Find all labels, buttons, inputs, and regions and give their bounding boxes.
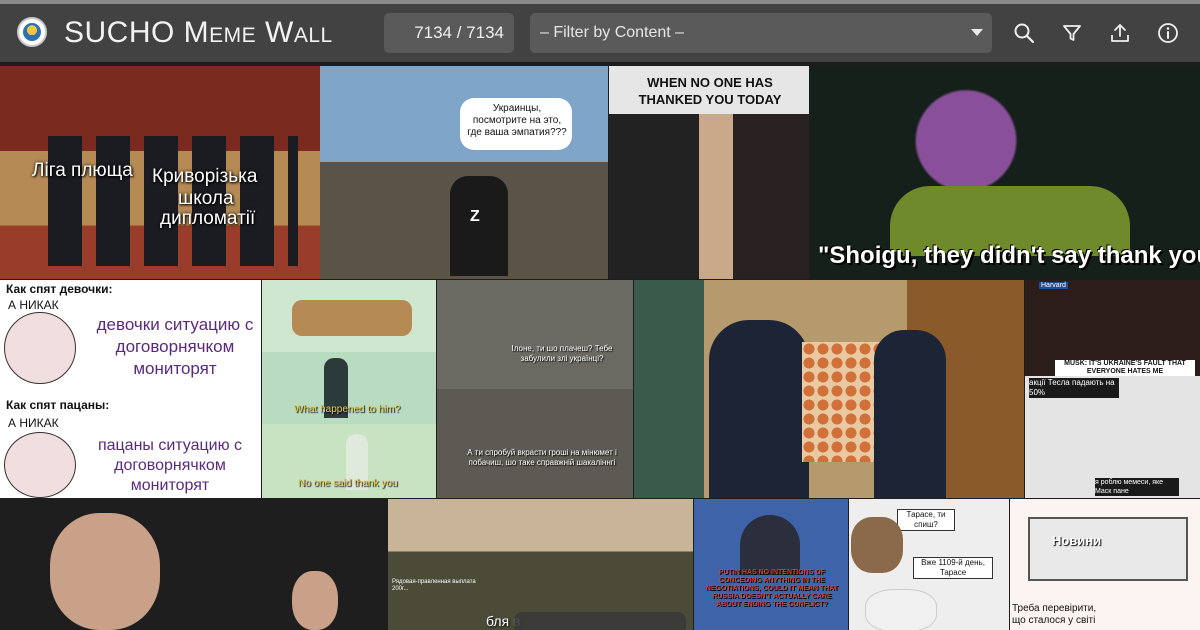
result-counter: 7134 / 7134 bbox=[384, 13, 514, 53]
meme-caption: Криворізька bbox=[152, 166, 258, 187]
meme-caption: Украинцы, посмотрите на это, где ваша эм… bbox=[467, 103, 567, 138]
meme-caption: акції Тесла падають на 50% bbox=[1029, 378, 1119, 398]
meme-bubble: Тарасе, ти спиш? bbox=[897, 509, 955, 531]
meme-face bbox=[292, 571, 338, 630]
meme-caption: PUTIN HAS NO INTENTIONS OF CONCEDING ANY… bbox=[705, 569, 839, 608]
meme-caption: MUSK: IT'S UKRAINE'S FAULT THAT EVERYONE… bbox=[1055, 360, 1195, 376]
meme-caption: Треба перевірити, що сталося у світі bbox=[1012, 603, 1097, 626]
search-icon[interactable] bbox=[1010, 19, 1038, 47]
meme-tile[interactable]: Тарасе, ти спиш? Вже 1109-й день, Тарасе bbox=[849, 499, 1009, 630]
filter-placeholder: – Filter by Content – bbox=[540, 24, 685, 41]
meme-label: Новини bbox=[1052, 533, 1102, 548]
meme-figure bbox=[292, 300, 412, 336]
meme-tile[interactable]: "Shoigu, they didn't say thank you" bbox=[810, 66, 1200, 279]
meme-caption: No one said thank you bbox=[298, 478, 398, 489]
meme-caption: Как спят девочки: bbox=[6, 282, 113, 296]
meme-drawing bbox=[4, 312, 76, 384]
meme-caption: девочки ситуацию с договорнячком монитор… bbox=[96, 315, 254, 378]
meme-caption: А НИКАК bbox=[8, 298, 59, 312]
page-title: SUCHO Meme Wall bbox=[64, 16, 333, 49]
meme-tile[interactable]: Ліга плюща Криворізька школа дипломатії bbox=[0, 66, 320, 279]
meme-cat bbox=[865, 589, 937, 630]
meme-caption: дипломатії bbox=[160, 208, 256, 229]
logo-emblem bbox=[23, 23, 41, 41]
app-header: SUCHO Meme Wall 7134 / 7134 – Filter by … bbox=[0, 4, 1200, 62]
meme-caption: "Shoigu, they didn't say thank you" bbox=[818, 242, 1200, 269]
logo-seal[interactable] bbox=[17, 17, 47, 47]
upload-icon[interactable] bbox=[1106, 19, 1134, 47]
meme-grid: Ліга плюща Криворізька школа дипломатії … bbox=[0, 62, 1200, 630]
meme-caption: школа bbox=[178, 188, 234, 209]
meme-shirt-letter: Z bbox=[470, 208, 480, 225]
meme-person bbox=[874, 330, 946, 498]
meme-caption: Ілоне, ти шо плачеш? Тебе забулили злі у… bbox=[511, 344, 613, 363]
info-icon[interactable] bbox=[1154, 19, 1182, 47]
meme-drawing bbox=[4, 432, 76, 498]
meme-tile[interactable]: Как спят девочки: А НИКАК девочки ситуац… bbox=[0, 280, 261, 498]
meme-caption: я роблю мемеси, яке Маск пане bbox=[1095, 478, 1179, 496]
meme-person bbox=[709, 320, 809, 498]
meme-tile[interactable]: Рядовая-правленная выплата 200г... бля в bbox=[388, 499, 693, 630]
chevron-down-icon bbox=[971, 29, 983, 36]
meme-cat bbox=[851, 517, 903, 573]
meme-person bbox=[740, 515, 800, 575]
meme-tile[interactable] bbox=[634, 280, 1024, 498]
meme-caption: А НИКАК bbox=[8, 416, 59, 430]
meme-tile[interactable] bbox=[0, 499, 387, 630]
meme-caption: А ти спробуй вкрасти гроші на мінюмет і … bbox=[467, 448, 617, 467]
meme-caption: Как спят пацаны: bbox=[6, 398, 110, 412]
meme-face bbox=[50, 513, 160, 630]
filter-select[interactable]: – Filter by Content – bbox=[530, 13, 992, 53]
filter-icon[interactable] bbox=[1058, 19, 1086, 47]
meme-caption: What happened to him? bbox=[294, 404, 401, 415]
meme-photo bbox=[609, 114, 809, 279]
meme-caption: WHEN NO ONE HAS THANKED YOU TODAY bbox=[638, 75, 782, 107]
meme-bubble: Вже 1109-й день, Тарасе bbox=[913, 557, 993, 579]
meme-tile[interactable]: PUTIN HAS NO INTENTIONS OF CONCEDING ANY… bbox=[694, 499, 848, 630]
meme-tile[interactable]: Ілоне, ти шо плачеш? Тебе забулили злі у… bbox=[437, 280, 633, 498]
meme-tile[interactable]: Новини Треба перевірити, що сталося у св… bbox=[1010, 499, 1200, 630]
meme-stove bbox=[1028, 517, 1188, 581]
bottom-toolbar[interactable] bbox=[514, 612, 686, 630]
meme-caption: пацаны ситуацию с договорнячком мониторя… bbox=[97, 437, 243, 494]
meme-tile[interactable]: Harvard MUSK: IT'S UKRAINE'S FAULT THAT … bbox=[1025, 280, 1200, 498]
meme-tile[interactable]: WHEN NO ONE HAS THANKED YOU TODAY bbox=[609, 66, 809, 279]
meme-person bbox=[450, 176, 508, 276]
meme-caption: Рядовая-правленная выплата 200г... bbox=[392, 579, 476, 592]
meme-tile[interactable]: Украинцы, посмотрите на это, где ваша эм… bbox=[320, 66, 608, 279]
meme-figures bbox=[48, 136, 298, 266]
meme-tile[interactable]: What happened to him? No one said thank … bbox=[262, 280, 436, 498]
meme-tag: Harvard bbox=[1039, 282, 1068, 289]
meme-caption: Ліга плюща bbox=[32, 160, 133, 181]
